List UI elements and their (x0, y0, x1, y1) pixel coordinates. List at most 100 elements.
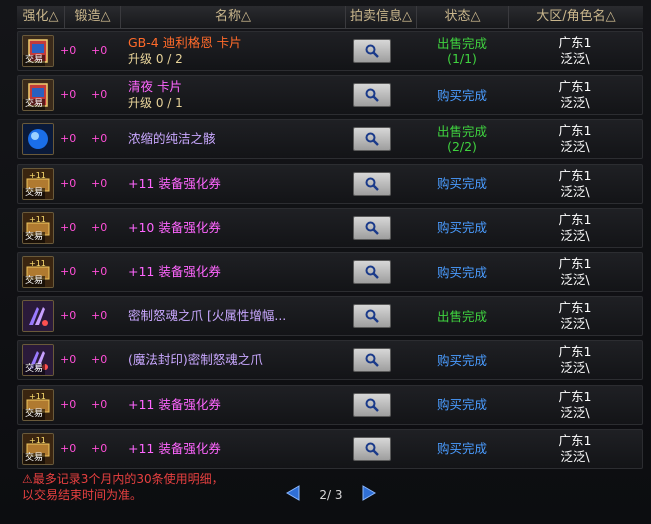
auction-info-button[interactable] (353, 215, 391, 240)
item-name-cell: +11 装备强化券 (128, 430, 350, 468)
trade-tag: 交易 (23, 276, 46, 287)
status-cell: 出售完成 (415, 297, 509, 335)
forge-value: +0 (91, 220, 108, 234)
ticket-icon[interactable]: +11 交易 (22, 432, 54, 465)
item-name-cell: 清夜 卡片 升级 0 / 1 (128, 76, 350, 114)
table-row: +11 交易 +0 +0 +10 装备强化券 购买完成 广东1 泛泛\ (17, 207, 643, 248)
svg-text:+11: +11 (29, 215, 46, 224)
enhance-value: +0 (60, 88, 77, 102)
status-text: 出售完成 (436, 308, 487, 324)
region-role-cell: 广东1 泛泛\ (538, 430, 612, 468)
status-text: 购买完成 (436, 176, 487, 192)
svg-text:+11: +11 (29, 392, 46, 401)
forge-value: +0 (91, 353, 108, 367)
item-name-cell: +10 装备强化券 (128, 209, 350, 247)
col-enhance[interactable]: 强化△ (17, 6, 65, 28)
trade-tag: 交易 (23, 231, 46, 243)
table-row: +0 +0 浓缩的纯洁之骸 出售完成 (2/2) 广东1 泛泛\ (17, 119, 643, 160)
enhance-value: +0 (60, 265, 77, 278)
status-cell: 购买完成 (415, 341, 509, 379)
status-text: 购买完成 (436, 352, 487, 368)
col-region-role[interactable]: 大区/角色名△ (509, 6, 643, 28)
svg-text:+11: +11 (29, 171, 46, 180)
claw-icon[interactable] (22, 300, 54, 333)
col-status[interactable]: 状态△ (417, 6, 509, 28)
auction-info-button[interactable] (353, 127, 391, 152)
card-icon[interactable]: 交易 (22, 79, 54, 112)
ticket-icon[interactable]: +11 交易 (22, 256, 54, 288)
chevron-right-icon (362, 485, 376, 501)
next-page-button[interactable] (362, 485, 376, 505)
table-row: 交易 +0 +0 (魔法封印)密制怒魂之爪 购买完成 广东1 泛泛\ (17, 340, 643, 381)
auction-info-button[interactable] (353, 171, 391, 196)
col-name[interactable]: 名称△ (121, 6, 346, 28)
auction-info-button[interactable] (353, 436, 391, 461)
table-row: +0 +0 密制怒魂之爪 [火属性增幅... 出售完成 广东1 泛泛\ (17, 296, 643, 337)
role-name: 泛泛\ (560, 51, 590, 66)
status-cell: 购买完成 (415, 165, 509, 203)
table-row: +11 交易 +0 +0 +11 装备强化券 购买完成 广东1 泛泛\ (17, 252, 643, 292)
status-cell: 购买完成 (415, 386, 509, 424)
col-auction-info[interactable]: 拍卖信息△ (346, 6, 417, 28)
status-text: 出售完成 (436, 124, 487, 140)
pager: 2/ 3 (286, 484, 376, 506)
search-icon (365, 353, 379, 368)
item-name: +11 装备强化券 (128, 396, 221, 412)
record-note: ⚠最多记录3个月内的30条使用明细，以交易结束时间为准。 (22, 472, 224, 502)
role-name: 泛泛\ (560, 448, 590, 464)
auction-info-button[interactable] (353, 39, 391, 63)
item-name: +10 装备强化券 (128, 219, 221, 235)
forge-value: +0 (91, 176, 108, 190)
item-name-cell: +11 装备强化券 (128, 165, 350, 203)
item-name: +11 装备强化券 (128, 175, 221, 191)
item-name: GB-4 迪利格恩 卡片 (128, 35, 242, 50)
status-text: 购买完成 (436, 397, 487, 413)
trade-tag: 交易 (23, 452, 46, 464)
chevron-left-icon (286, 485, 300, 501)
region-role-cell: 广东1 泛泛\ (538, 165, 612, 203)
col-forge[interactable]: 锻造△ (65, 6, 121, 28)
auction-history-panel: 强化△ 锻造△ 名称△ 拍卖信息△ 状态△ 大区/角色名△ 交易 +0 +0 GB-4… (0, 0, 651, 524)
forge-value: +0 (91, 265, 108, 278)
region-role-cell: 广东1 泛泛\ (538, 76, 612, 114)
role-name: 泛泛\ (560, 316, 590, 332)
item-name: 密制怒魂之爪 [火属性增幅... (128, 308, 287, 324)
status-text: 出售完成 (436, 36, 487, 51)
search-icon (365, 265, 379, 279)
table-row: 交易 +0 +0 GB-4 迪利格恩 卡片 升级 0 / 2 出售完成 (1/1) 广东1 泛泛… (17, 31, 643, 71)
table-row: +11 交易 +0 +0 +11 装备强化券 购买完成 广东1 泛泛\ (17, 163, 643, 204)
ticket-icon[interactable]: +11 交易 (22, 388, 54, 421)
trade-tag: 交易 (23, 408, 46, 420)
status-cell: 出售完成 (2/2) (415, 120, 509, 158)
status-text: 购买完成 (436, 264, 487, 280)
page-indicator: 2/ 3 (319, 488, 343, 502)
search-icon (365, 177, 379, 191)
item-level: 升级 0 / 1 (128, 96, 183, 111)
item-name-cell: 密制怒魂之爪 [火属性增幅... (128, 297, 350, 335)
prev-page-button[interactable] (286, 485, 300, 505)
auction-info-button[interactable] (353, 83, 391, 108)
ticket-icon[interactable]: +11 交易 (22, 211, 54, 244)
forge-value: +0 (91, 397, 108, 411)
table-header: 强化△ 锻造△ 名称△ 拍卖信息△ 状态△ 大区/角色名△ (17, 6, 643, 29)
region-name: 广东1 (558, 432, 592, 448)
item-name: 浓缩的纯洁之骸 (128, 131, 216, 147)
card-icon[interactable]: 交易 (22, 35, 54, 67)
auction-info-button[interactable] (353, 348, 391, 373)
region-role-cell: 广东1 泛泛\ (538, 297, 612, 335)
ticket-icon[interactable]: +11 交易 (22, 167, 54, 200)
orb-icon[interactable] (22, 123, 54, 156)
status-cell: 出售完成 (1/1) (415, 32, 509, 70)
item-name-cell: (魔法封印)密制怒魂之爪 (128, 341, 350, 379)
role-name: 泛泛\ (560, 139, 590, 155)
enhance-value: +0 (60, 309, 77, 323)
region-name: 广东1 (558, 123, 592, 139)
auction-info-button[interactable] (353, 260, 391, 284)
status-text: 购买完成 (436, 87, 487, 103)
auction-info-button[interactable] (353, 304, 391, 329)
forge-value: +0 (91, 441, 108, 455)
item-name: 清夜 卡片 (128, 79, 182, 95)
claw-icon[interactable]: 交易 (22, 344, 54, 377)
region-name: 广东1 (558, 167, 592, 183)
auction-info-button[interactable] (353, 392, 391, 417)
